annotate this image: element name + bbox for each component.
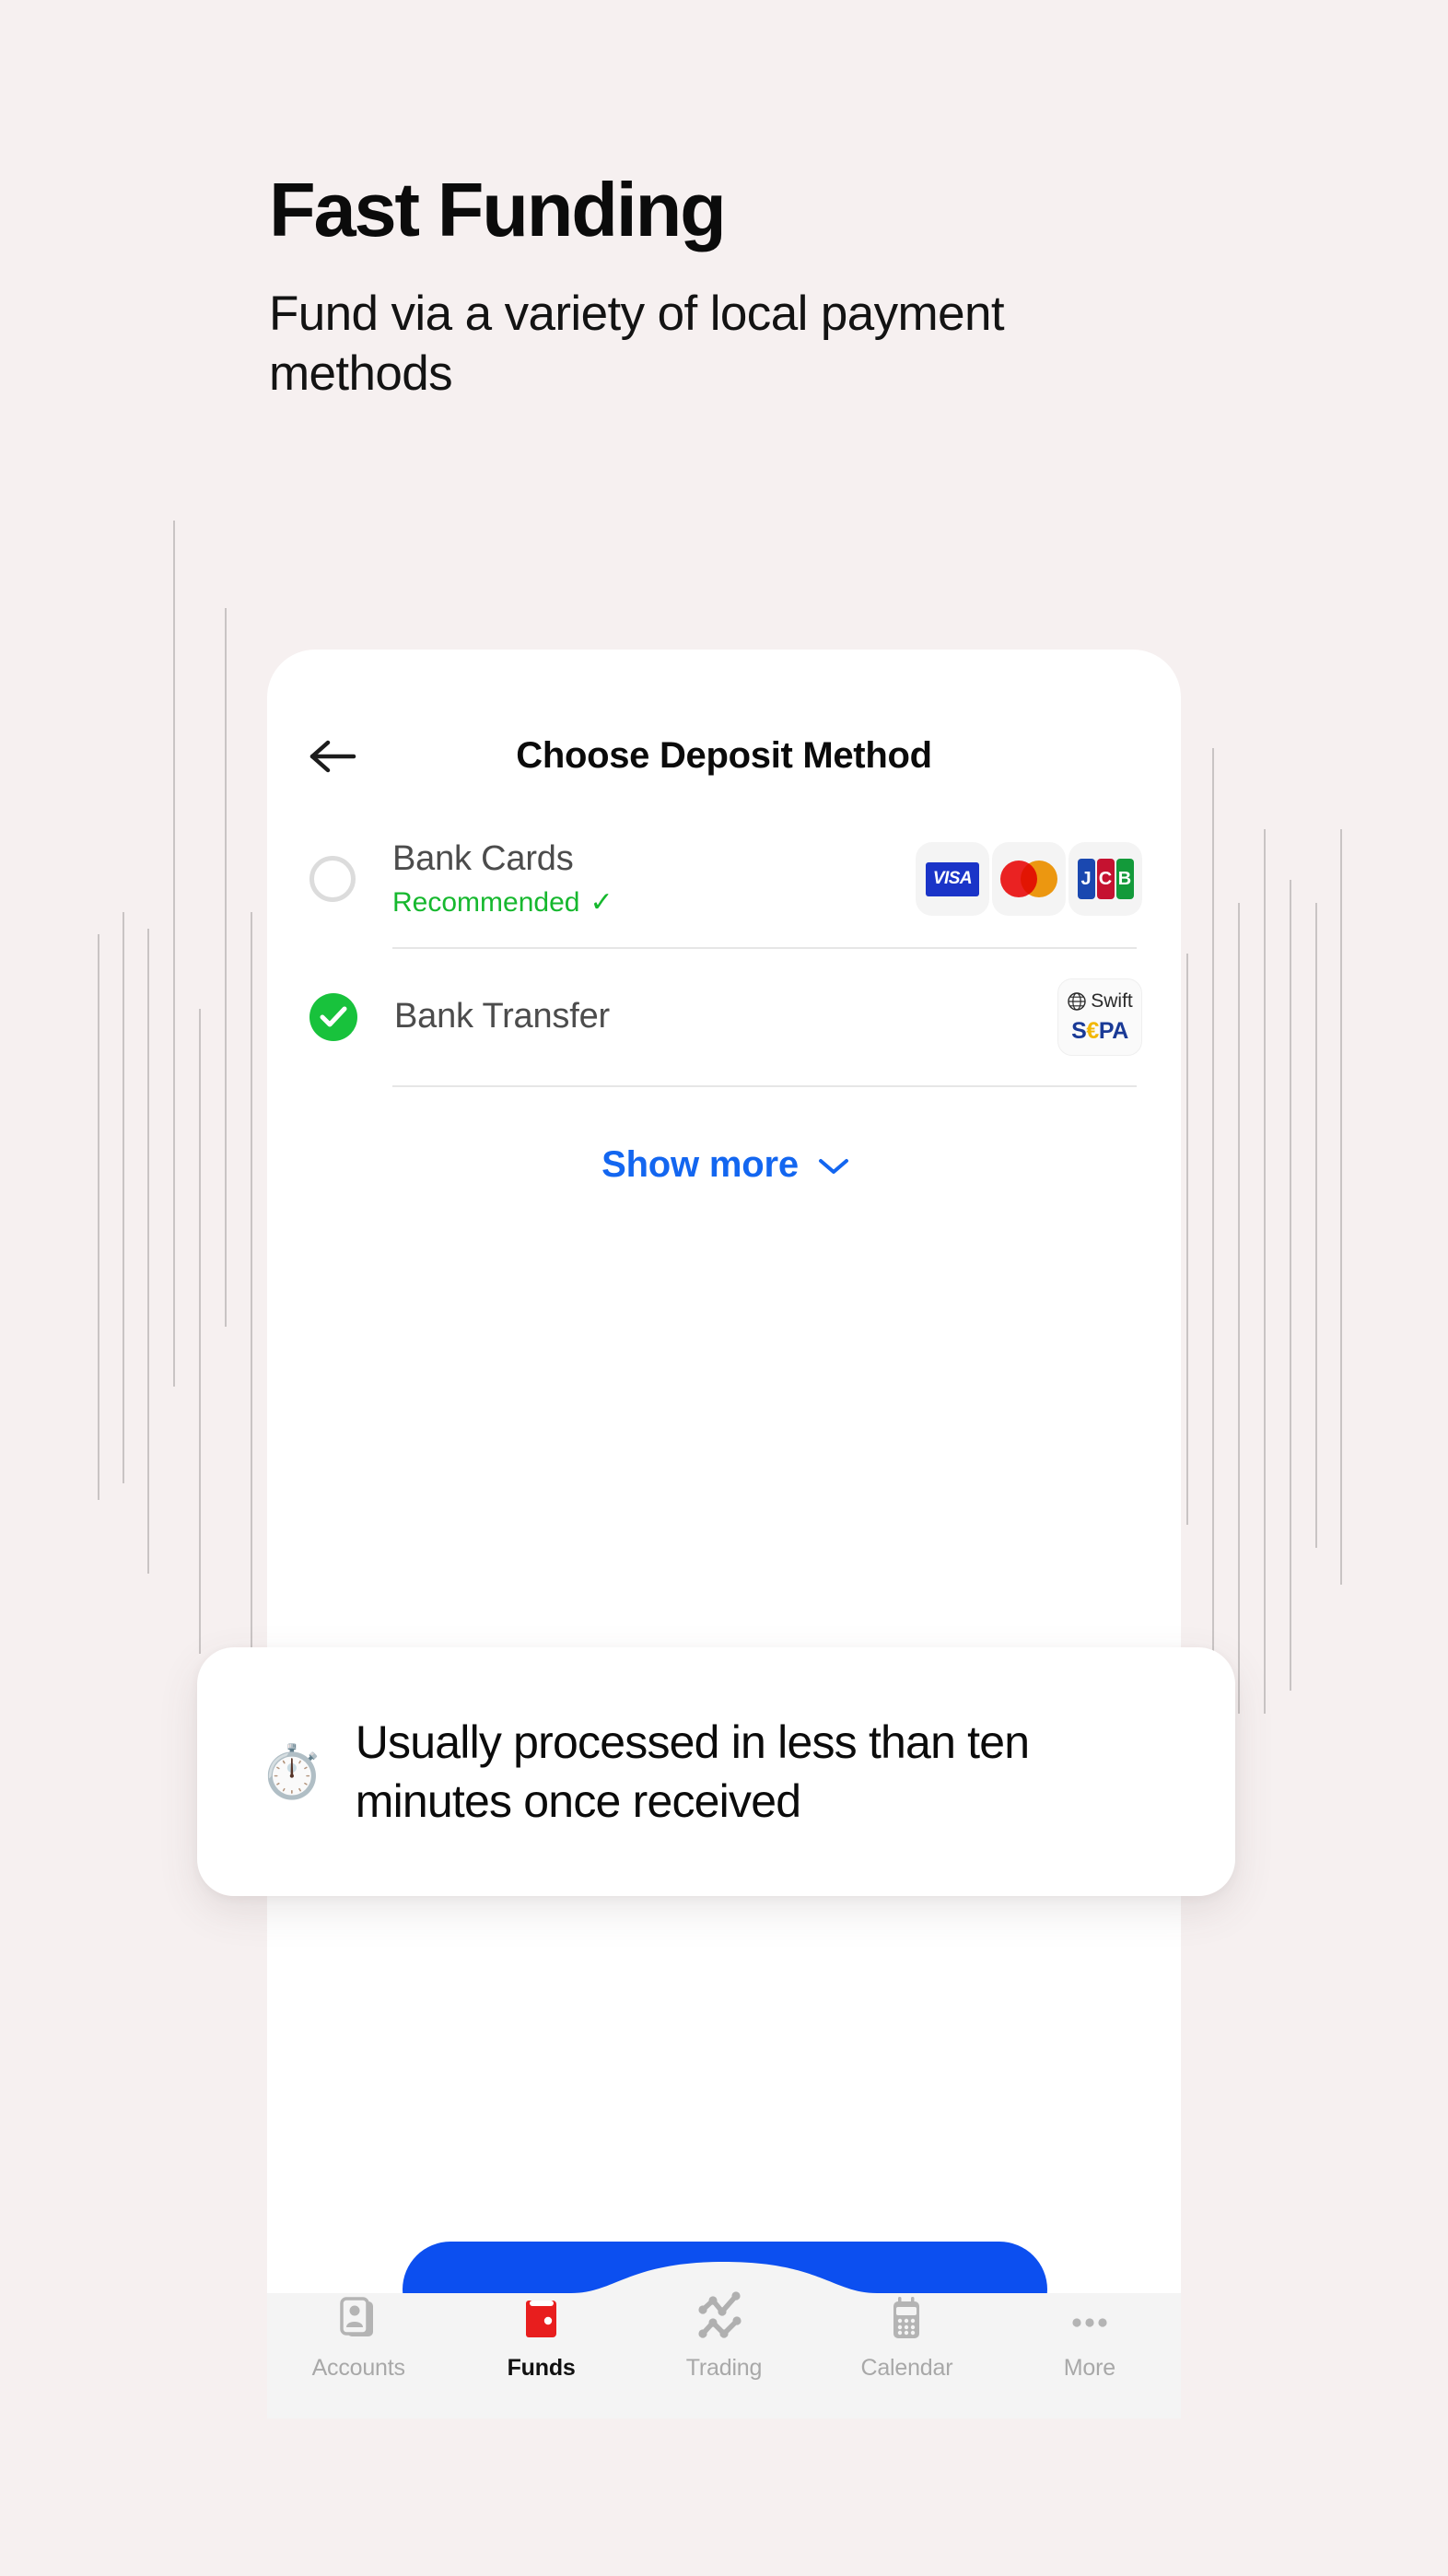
method-labels: Bank Transfer (394, 997, 1057, 1036)
decorative-line (98, 934, 99, 1500)
method-row-bank-transfer[interactable]: Bank Transfer Swift S€PA (309, 949, 1142, 1085)
method-row-bank-cards[interactable]: Bank Cards Recommended ✓ VISA J C B (309, 811, 1142, 947)
nav-item-label: Trading (685, 2355, 763, 2381)
decorative-line (1186, 954, 1188, 1525)
swift-label: Swift (1091, 989, 1133, 1012)
decorative-line (225, 608, 227, 1327)
decorative-line (123, 912, 124, 1483)
decorative-line (251, 912, 252, 1723)
show-more-label: Show more (601, 1144, 799, 1185)
ellipsis-icon (1066, 2297, 1114, 2343)
chart-lines-icon (696, 2291, 752, 2343)
decorative-line (1212, 748, 1214, 1706)
visa-logo-badge: VISA (916, 842, 989, 916)
decorative-line (1290, 880, 1291, 1691)
swift-sepa-logo-badge: Swift S€PA (1057, 978, 1142, 1056)
method-labels: Bank Cards Recommended ✓ (392, 839, 916, 918)
row-divider (392, 1085, 1137, 1087)
app-header: Choose Deposit Method (267, 650, 1181, 811)
globe-icon (1068, 991, 1086, 1011)
sepa-s: S (1071, 1017, 1087, 1044)
page-title: Fast Funding (269, 167, 727, 252)
decorative-line (1264, 829, 1266, 1714)
nav-item-calendar[interactable]: Calendar (815, 2297, 998, 2382)
nav-item-label: Calendar (860, 2355, 953, 2381)
nav-item-label: Accounts (311, 2355, 405, 2381)
bottom-navigation-bar: Accounts Funds Trading Calendar More (267, 2262, 1181, 2418)
phone-mockup: Choose Deposit Method Bank Cards Recomme… (267, 650, 1181, 2418)
decorative-line (1315, 903, 1317, 1548)
visa-icon: VISA (926, 861, 979, 896)
show-more-button[interactable]: Show more (309, 1144, 1142, 1186)
decorative-line (147, 929, 149, 1574)
screenshot-canvas: Fast Funding Fund via a variety of local… (0, 0, 1448, 2576)
calendar-icon (882, 2297, 930, 2343)
jcb-logo-badge: JCB (1068, 842, 1142, 916)
wallet-icon (518, 2297, 566, 2343)
method-label: Bank Cards (392, 839, 574, 879)
jcb-icon: JCB (1077, 859, 1134, 899)
check-icon: ✓ (590, 886, 613, 918)
decorative-line (1340, 829, 1342, 1585)
hero-text-block: Fast Funding Fund via a variety of local… (269, 171, 1190, 404)
nav-item-trading[interactable]: Trading (633, 2291, 815, 2382)
stopwatch-icon: ⏱️ (260, 1742, 324, 1800)
sepa-pa: PA (1098, 1017, 1128, 1044)
method-recommended-badge: Recommended ✓ (392, 887, 916, 918)
chevron-down-icon (817, 1144, 850, 1186)
decorative-line (1238, 903, 1240, 1714)
method-label: Bank Transfer (394, 997, 610, 1036)
radio-selected-icon[interactable] (309, 993, 357, 1041)
radio-unselected-icon[interactable] (309, 856, 356, 902)
info-tooltip-card: ⏱️ Usually processed in less than ten mi… (197, 1647, 1235, 1896)
mastercard-icon (1000, 861, 1057, 897)
nav-item-label: More (1063, 2355, 1115, 2381)
deposit-method-list: Bank Cards Recommended ✓ VISA J C B Bank… (267, 811, 1181, 1186)
page-subtitle: Fund via a variety of local payment meth… (269, 287, 1005, 401)
nav-item-label: Funds (507, 2355, 576, 2381)
sepa-logo: S€PA (1071, 1018, 1128, 1045)
recommended-label: Recommended (392, 886, 580, 918)
card-brand-logos: VISA JCB (916, 842, 1142, 916)
swift-logo: Swift (1067, 990, 1133, 1013)
nav-item-more[interactable]: More (998, 2297, 1181, 2382)
decorative-line (199, 1009, 201, 1654)
mastercard-logo-badge (992, 842, 1066, 916)
sepa-euro: € (1086, 1017, 1099, 1044)
nav-item-accounts[interactable]: Accounts (267, 2297, 450, 2382)
nav-items: Accounts Funds Trading Calendar More (267, 2291, 1181, 2382)
contacts-icon (334, 2297, 382, 2343)
transfer-network-logos: Swift S€PA (1057, 978, 1142, 1056)
nav-item-funds[interactable]: Funds (450, 2297, 632, 2382)
tooltip-text: Usually processed in less than ten minut… (355, 1716, 1030, 1827)
screen-title: Choose Deposit Method (516, 735, 932, 776)
decorative-line (173, 521, 175, 1387)
